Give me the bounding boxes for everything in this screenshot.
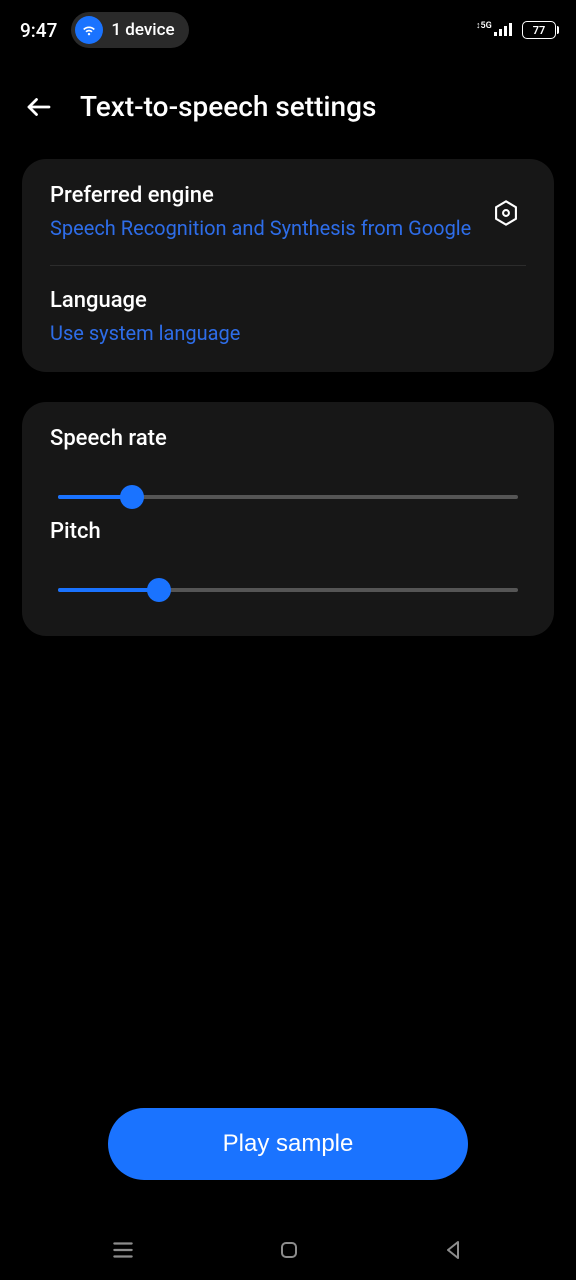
preferred-engine-title: Preferred engine: [50, 183, 474, 208]
pitch-slider[interactable]: [58, 588, 518, 592]
preferred-engine-subtitle: Speech Recognition and Synthesis from Go…: [50, 214, 474, 243]
battery-icon: 77: [522, 21, 556, 39]
page-title: Text-to-speech settings: [80, 90, 376, 123]
back-icon[interactable]: [24, 92, 54, 122]
back-nav-icon[interactable]: [442, 1238, 466, 1262]
network-icon: ↕5G: [476, 20, 516, 41]
language-subtitle: Use system language: [50, 319, 526, 348]
language-row[interactable]: Language Use system language: [50, 288, 526, 348]
speech-rate-slider[interactable]: [58, 495, 518, 499]
battery-level: 77: [533, 24, 546, 37]
pitch-fill: [58, 588, 159, 592]
header: Text-to-speech settings: [0, 60, 576, 159]
divider: [50, 265, 526, 266]
svg-text:↕5G: ↕5G: [476, 21, 492, 31]
engine-card: Preferred engine Speech Recognition and …: [22, 159, 554, 372]
gear-icon[interactable]: [486, 193, 526, 233]
wifi-icon: [75, 16, 103, 44]
status-bar: 9:47 1 device ↕5G 77: [0, 0, 576, 60]
preferred-engine-row[interactable]: Preferred engine Speech Recognition and …: [50, 183, 526, 243]
nav-bar: [0, 1220, 576, 1280]
device-chip[interactable]: 1 device: [71, 12, 188, 48]
home-icon[interactable]: [277, 1238, 301, 1262]
device-chip-label: 1 device: [111, 20, 174, 40]
pitch-thumb[interactable]: [147, 578, 171, 602]
recent-apps-icon[interactable]: [110, 1237, 136, 1263]
speech-rate-label: Speech rate: [50, 426, 526, 451]
play-sample-button[interactable]: Play sample: [108, 1108, 468, 1180]
language-title: Language: [50, 288, 526, 313]
speech-rate-thumb[interactable]: [120, 485, 144, 509]
sliders-card: Speech rate Pitch: [22, 402, 554, 636]
status-time: 9:47: [20, 19, 57, 42]
pitch-label: Pitch: [50, 519, 526, 544]
